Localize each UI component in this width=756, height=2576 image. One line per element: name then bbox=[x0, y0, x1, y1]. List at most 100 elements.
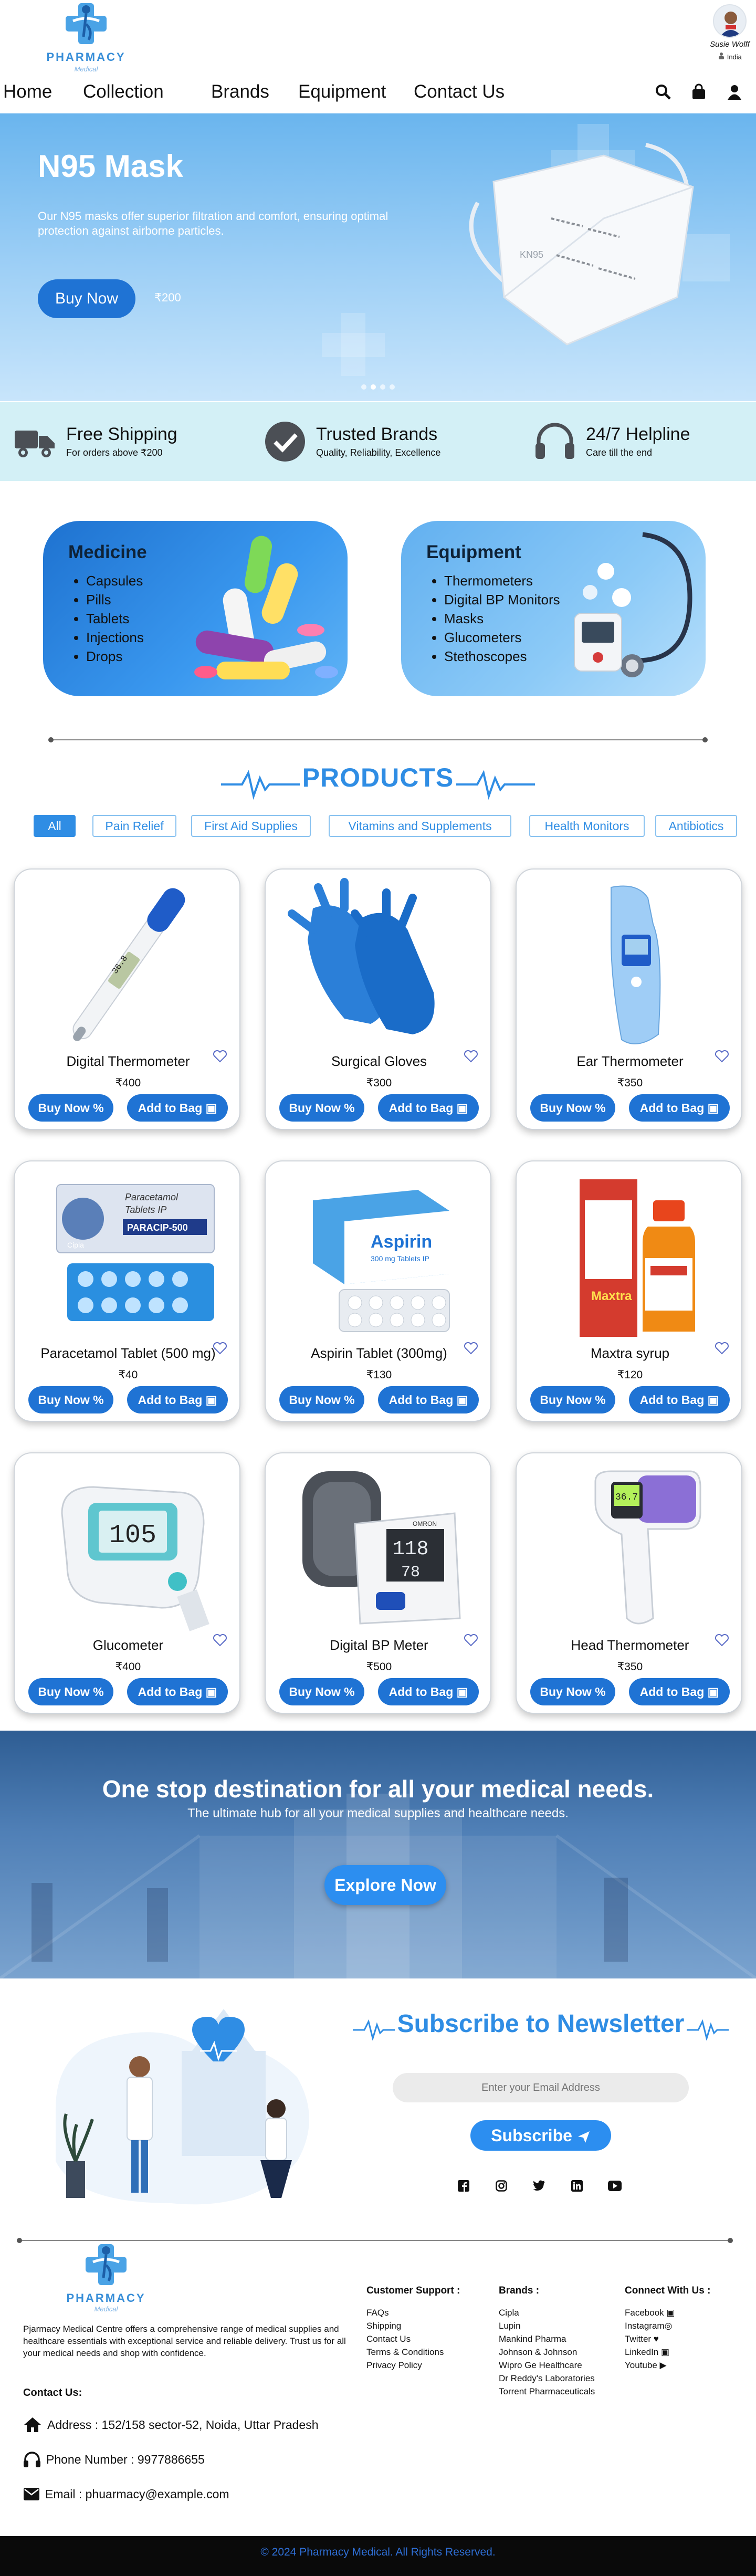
buy-now-button[interactable]: Buy Now % bbox=[530, 1094, 615, 1122]
category-item[interactable]: Stethoscopes bbox=[444, 647, 560, 666]
page: PHARMACY Medical Susie Wolff India Home … bbox=[0, 0, 756, 2576]
add-to-bag-button[interactable]: Add to Bag ▣ bbox=[629, 1094, 730, 1122]
category-item[interactable]: Tablets bbox=[86, 609, 144, 628]
carousel-dot-active[interactable] bbox=[371, 384, 376, 390]
buy-now-button[interactable]: Buy Now % bbox=[28, 1386, 113, 1413]
nav-contact-us[interactable]: Contact Us bbox=[414, 79, 505, 105]
footer-brand-link[interactable]: Dr Reddy's Laboratories bbox=[499, 2372, 595, 2385]
avatar[interactable] bbox=[713, 4, 747, 38]
buy-now-button[interactable]: Buy Now % bbox=[279, 1386, 364, 1413]
buy-now-label: Buy Now bbox=[540, 1685, 592, 1699]
footer-link[interactable]: Shipping bbox=[366, 2319, 460, 2332]
footer-brand-link[interactable]: Cipla bbox=[499, 2306, 595, 2319]
category-card-medicine[interactable]: Medicine Capsules Pills Tablets Injectio… bbox=[43, 521, 348, 696]
footer-link[interactable]: Privacy Policy bbox=[366, 2359, 460, 2372]
filter-antibiotics[interactable]: Antibiotics bbox=[655, 815, 737, 837]
buy-now-button[interactable]: Buy Now % bbox=[279, 1678, 364, 1705]
category-item[interactable]: Masks bbox=[444, 609, 560, 628]
user-icon[interactable] bbox=[724, 82, 744, 102]
address-text: Address : 152/158 sector-52, Noida, Utta… bbox=[47, 2417, 319, 2432]
twitter-icon[interactable] bbox=[532, 2179, 546, 2193]
filter-pain-relief[interactable]: Pain Relief bbox=[92, 815, 176, 837]
category-item[interactable]: Drops bbox=[86, 647, 144, 666]
buy-now-button[interactable]: Buy Now % bbox=[530, 1386, 615, 1413]
add-to-bag-button[interactable]: Add to Bag ▣ bbox=[127, 1678, 228, 1705]
hero-buy-now-button[interactable]: Buy Now bbox=[38, 279, 135, 318]
product-name: Digital Thermometer bbox=[66, 1053, 190, 1069]
wishlist-heart-icon[interactable] bbox=[212, 1340, 228, 1356]
brand-logo[interactable]: PHARMACY Medical bbox=[44, 0, 128, 79]
search-icon[interactable] bbox=[653, 82, 673, 102]
user-profile[interactable]: Susie Wolff India bbox=[704, 4, 756, 61]
wishlist-heart-icon[interactable] bbox=[212, 1632, 228, 1648]
wishlist-heart-icon[interactable] bbox=[463, 1340, 479, 1356]
buy-now-button[interactable]: Buy Now % bbox=[530, 1678, 615, 1705]
product-card[interactable]: Ear Thermometer ₹350 Buy Now % Add to Ba… bbox=[516, 868, 742, 1130]
product-card[interactable]: 118 78 OMRON Digital BP Meter ₹500 Buy N… bbox=[265, 1452, 491, 1714]
category-card-equipment[interactable]: Equipment Thermometers Digital BP Monito… bbox=[401, 521, 706, 696]
category-item[interactable]: Glucometers bbox=[444, 628, 560, 647]
facebook-icon[interactable] bbox=[457, 2179, 470, 2193]
wishlist-heart-icon[interactable] bbox=[714, 1340, 730, 1356]
product-card[interactable]: Aspirin 300 mg Tablets IP Aspirin Tablet… bbox=[265, 1160, 491, 1422]
filter-health-monitors[interactable]: Health Monitors bbox=[529, 815, 645, 837]
product-card[interactable]: 36.7 Head Thermometer ₹350 Buy Now % Add… bbox=[516, 1452, 742, 1714]
footer-instagram-link[interactable]: Instagram◎ bbox=[625, 2319, 710, 2332]
wishlist-heart-icon[interactable] bbox=[714, 1632, 730, 1648]
wishlist-heart-icon[interactable] bbox=[714, 1048, 730, 1064]
filter-vitamins[interactable]: Vitamins and Supplements bbox=[329, 815, 511, 837]
newsletter-email-input[interactable] bbox=[393, 2073, 689, 2102]
product-card[interactable]: 105 Glucometer ₹400 Buy Now % Add to Bag… bbox=[14, 1452, 240, 1714]
add-to-bag-button[interactable]: Add to Bag ▣ bbox=[127, 1094, 228, 1122]
footer-twitter-link[interactable]: Twitter ♥ bbox=[625, 2332, 710, 2345]
add-to-bag-button[interactable]: Add to Bag ▣ bbox=[378, 1678, 479, 1705]
nav-equipment[interactable]: Equipment bbox=[298, 79, 386, 105]
nav-home[interactable]: Home bbox=[3, 79, 52, 105]
product-card[interactable]: 36.8 Digital Thermometer ₹400 Buy Now % … bbox=[14, 868, 240, 1130]
instagram-icon[interactable] bbox=[495, 2179, 508, 2193]
add-to-bag-button[interactable]: Add to Bag ▣ bbox=[378, 1094, 479, 1122]
category-item[interactable]: Injections bbox=[86, 628, 144, 647]
bag-icon[interactable] bbox=[689, 82, 709, 102]
carousel-dot[interactable] bbox=[361, 384, 366, 390]
footer-link[interactable]: Contact Us bbox=[366, 2332, 460, 2345]
category-item[interactable]: Digital BP Monitors bbox=[444, 590, 560, 609]
subscribe-button[interactable]: Subscribe bbox=[470, 2120, 611, 2151]
wishlist-heart-icon[interactable] bbox=[463, 1048, 479, 1064]
footer-brand-link[interactable]: Torrent Pharmaceuticals bbox=[499, 2385, 595, 2398]
footer-brand-link[interactable]: Wipro Ge Healthcare bbox=[499, 2359, 595, 2372]
buy-now-button[interactable]: Buy Now % bbox=[28, 1094, 113, 1122]
product-card[interactable]: Surgical Gloves ₹300 Buy Now % Add to Ba… bbox=[265, 868, 491, 1130]
wishlist-heart-icon[interactable] bbox=[463, 1632, 479, 1648]
filter-first-aid[interactable]: First Aid Supplies bbox=[191, 815, 311, 837]
category-item[interactable]: Capsules bbox=[86, 571, 144, 590]
wishlist-heart-icon[interactable] bbox=[212, 1048, 228, 1064]
add-to-bag-button[interactable]: Add to Bag ▣ bbox=[378, 1386, 479, 1413]
buy-now-button[interactable]: Buy Now % bbox=[279, 1094, 364, 1122]
explore-now-button[interactable]: Explore Now bbox=[324, 1865, 446, 1905]
linkedin-icon[interactable] bbox=[570, 2179, 584, 2193]
footer-facebook-link[interactable]: Facebook ▣ bbox=[625, 2306, 710, 2319]
category-item[interactable]: Thermometers bbox=[444, 571, 560, 590]
footer-link[interactable]: FAQs bbox=[366, 2306, 460, 2319]
footer-brand-link[interactable]: Mankind Pharma bbox=[499, 2332, 595, 2345]
add-to-bag-button[interactable]: Add to Bag ▣ bbox=[629, 1678, 730, 1705]
product-card[interactable]: Maxtra Maxtra syrup ₹120 Buy Now % Add t… bbox=[516, 1160, 742, 1422]
footer-logo[interactable]: PHARMACY Medical bbox=[64, 2241, 148, 2320]
footer-brand-link[interactable]: Johnson & Johnson bbox=[499, 2345, 595, 2359]
product-card[interactable]: Paracetamol Tablets IP PARACIP-500 Cipla… bbox=[14, 1160, 240, 1422]
add-to-bag-button[interactable]: Add to Bag ▣ bbox=[127, 1386, 228, 1413]
nav-collection[interactable]: Collection bbox=[83, 79, 164, 105]
category-item[interactable]: Pills bbox=[86, 590, 144, 609]
buy-now-button[interactable]: Buy Now % bbox=[28, 1678, 113, 1705]
youtube-icon[interactable] bbox=[608, 2179, 622, 2193]
filter-all[interactable]: All bbox=[34, 815, 76, 837]
nav-brands[interactable]: Brands bbox=[211, 79, 269, 105]
footer-linkedin-link[interactable]: LinkedIn ▣ bbox=[625, 2345, 710, 2359]
carousel-dot[interactable] bbox=[380, 384, 385, 390]
footer-youtube-link[interactable]: Youtube ▶ bbox=[625, 2359, 710, 2372]
footer-brand-link[interactable]: Lupin bbox=[499, 2319, 595, 2332]
carousel-dot[interactable] bbox=[390, 384, 395, 390]
footer-link[interactable]: Terms & Conditions bbox=[366, 2345, 460, 2359]
add-to-bag-button[interactable]: Add to Bag ▣ bbox=[629, 1386, 730, 1413]
